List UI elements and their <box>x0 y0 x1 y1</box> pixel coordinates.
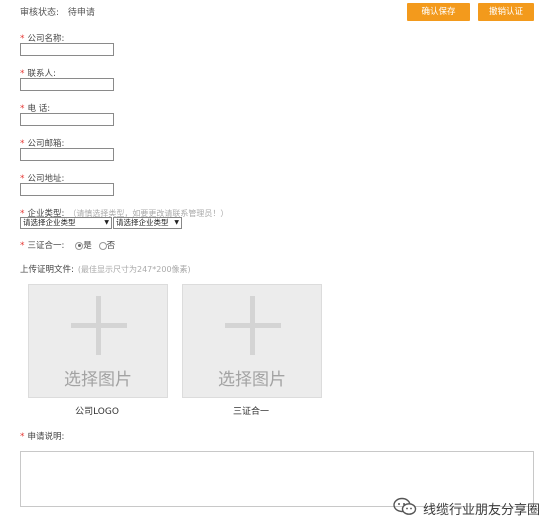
upload-cert-box[interactable]: 选择图片 <box>182 284 322 398</box>
radio-no[interactable]: 否 <box>98 241 116 251</box>
upload-cert-text: 选择图片 <box>218 370 286 390</box>
radio-unchecked-icon[interactable] <box>98 241 107 250</box>
three-in-one-row: * 三证合一: 是 否 <box>20 239 115 251</box>
radio-yes[interactable]: 是 <box>75 241 94 251</box>
three-in-one-label: 三证合一: <box>27 241 65 251</box>
email-input[interactable] <box>20 148 114 161</box>
upload-cert-caption: 三证合一 <box>232 407 269 417</box>
upload-logo-text: 选择图片 <box>64 370 132 390</box>
phone-input[interactable] <box>20 113 114 126</box>
dropdown-arrow-icon: ▼ <box>174 219 179 226</box>
radio-yes-label: 是 <box>83 241 92 251</box>
radio-no-label: 否 <box>106 241 116 251</box>
enterprise-type-select-2[interactable]: 请选择企业类型 ▼ <box>113 217 182 229</box>
enterprise-type-select-1[interactable]: 请选择企业类型 ▼ <box>20 217 112 229</box>
confirm-save-button[interactable]: 确认保存 <box>407 3 470 21</box>
watermark-text: 线缆行业朋友分享圈 <box>423 503 541 518</box>
description-label: * 申请说明: <box>20 430 64 442</box>
plus-icon-vertical <box>96 296 101 355</box>
contact-input[interactable] <box>20 78 114 91</box>
status-value: 待申请 <box>67 8 95 18</box>
select-value: 请选择企业类型 <box>116 218 169 227</box>
status-row: 审核状态: 待申请 <box>20 5 95 18</box>
upload-logo-box[interactable]: 选择图片 <box>28 284 168 398</box>
status-label: 审核状态: <box>20 8 60 18</box>
description-label-text: 申请说明: <box>27 432 65 442</box>
wechat-icon <box>393 497 417 515</box>
required-mark: * <box>20 241 25 251</box>
dropdown-arrow-icon: ▼ <box>104 219 109 226</box>
plus-icon-vertical <box>250 296 255 355</box>
upload-hint: (最佳显示尺寸为247*200像素) <box>77 265 191 274</box>
required-mark: * <box>20 432 25 442</box>
radio-checked-icon[interactable] <box>75 241 84 250</box>
cancel-auth-button[interactable]: 撤销认证 <box>478 3 534 21</box>
upload-logo-caption: 公司LOGO <box>75 407 119 417</box>
company-name-input[interactable] <box>20 43 114 56</box>
address-input[interactable] <box>20 183 114 196</box>
upload-label-row: 上传证明文件: (最佳显示尺寸为247*200像素) <box>20 263 191 275</box>
select-value: 请选择企业类型 <box>23 218 76 227</box>
upload-label: 上传证明文件: <box>20 265 74 275</box>
